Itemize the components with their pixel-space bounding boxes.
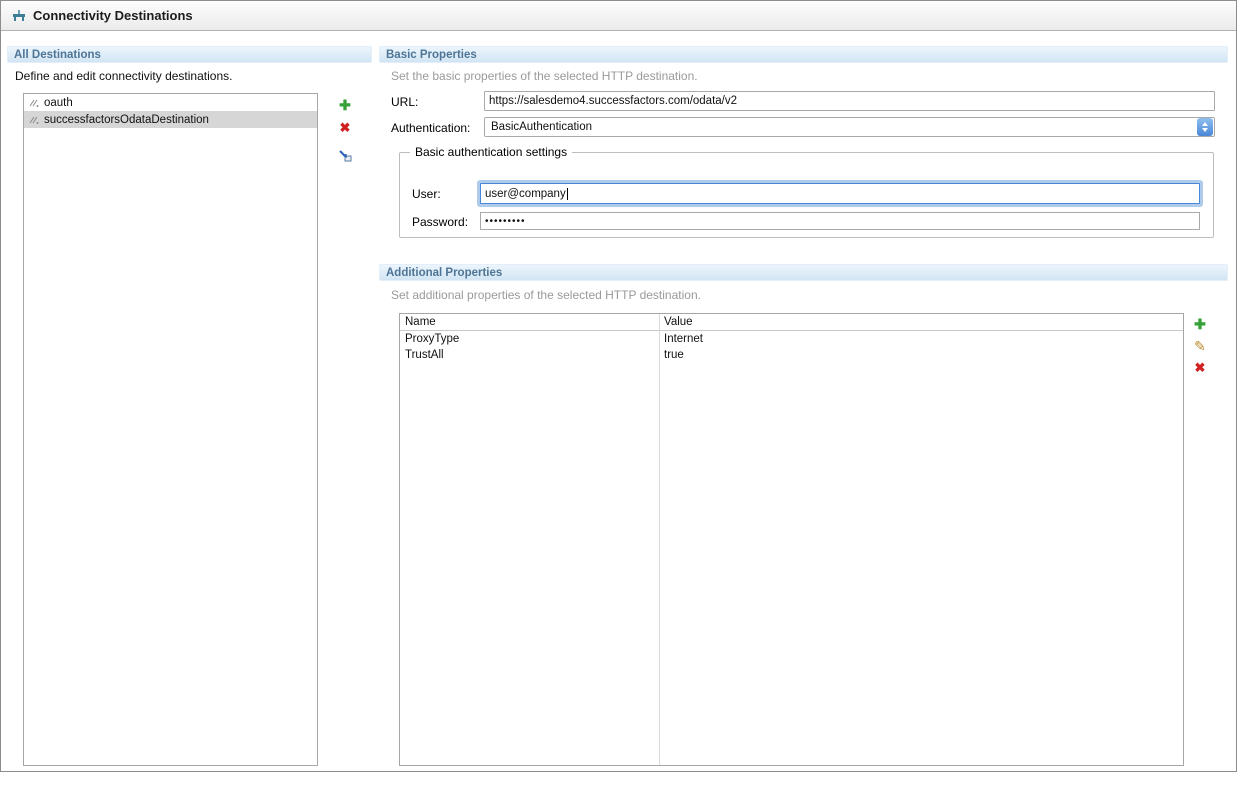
all-destinations-description: Define and edit connectivity destination… (15, 69, 233, 83)
table-header-value: Value (664, 316, 693, 328)
table-column-divider (659, 314, 660, 765)
destinations-toolbar: ✚ ✖ (336, 96, 354, 164)
url-label: URL: (391, 95, 419, 109)
property-name-cell: TrustAll (405, 349, 444, 361)
edit-property-button[interactable]: ✎ (1191, 337, 1209, 355)
user-input-value: user@company (485, 187, 566, 200)
property-value-cell: Internet (664, 333, 703, 345)
add-icon: ✚ (339, 96, 351, 113)
user-label: User: (412, 187, 441, 201)
basic-properties-title: Basic Properties (386, 48, 477, 61)
additional-properties-toolbar: ✚ ✎ ✖ (1191, 315, 1209, 377)
additional-properties-table: Name Value ProxyType Internet TrustAll t… (399, 313, 1184, 766)
basic-properties-description: Set the basic properties of the selected… (391, 69, 698, 83)
url-input[interactable] (484, 91, 1215, 111)
connectivity-destinations-window: Connectivity Destinations All Destinatio… (0, 0, 1237, 772)
delete-property-button[interactable]: ✖ (1191, 359, 1209, 377)
delete-destination-button[interactable]: ✖ (336, 119, 354, 137)
list-item-label: oauth (44, 96, 73, 109)
password-input[interactable]: ••••••••• (480, 212, 1200, 230)
add-destination-button[interactable]: ✚ (336, 96, 354, 114)
text-caret (566, 187, 568, 200)
import-icon (339, 150, 352, 162)
import-destination-button[interactable] (336, 146, 354, 164)
destinations-icon (13, 9, 25, 21)
combo-arrows-icon (1197, 118, 1213, 136)
password-input-value: ••••••••• (485, 215, 526, 227)
table-header-name: Name (405, 316, 436, 328)
title-bar: Connectivity Destinations (1, 1, 1236, 31)
basic-properties-section-header: Basic Properties (379, 46, 1228, 63)
delete-icon: ✖ (339, 120, 351, 135)
basic-auth-group-title: Basic authentication settings (410, 145, 573, 159)
table-row[interactable]: TrustAll true (400, 347, 1183, 363)
additional-properties-description: Set additional properties of the selecte… (391, 288, 701, 302)
authentication-label: Authentication: (391, 121, 471, 135)
destinations-list: oauth successfactorsOdataDestination (23, 93, 318, 766)
authentication-selected-value: BasicAuthentication (491, 121, 593, 133)
additional-properties-section-header: Additional Properties (379, 264, 1228, 281)
all-destinations-section-header: All Destinations (7, 46, 372, 63)
destination-item-icon (29, 99, 39, 107)
edit-pencil-icon: ✎ (1194, 337, 1206, 354)
page-title: Connectivity Destinations (33, 8, 193, 23)
basic-auth-groupbox: Basic authentication settings User: user… (399, 145, 1214, 238)
property-name-cell: ProxyType (405, 333, 460, 345)
add-icon: ✚ (1194, 315, 1206, 332)
all-destinations-title: All Destinations (14, 48, 101, 61)
authentication-select[interactable]: BasicAuthentication (484, 117, 1215, 137)
password-label: Password: (412, 215, 469, 229)
list-item-oauth[interactable]: oauth (24, 94, 317, 111)
add-property-button[interactable]: ✚ (1191, 315, 1209, 333)
list-item-successfactors[interactable]: successfactorsOdataDestination (24, 111, 317, 128)
additional-properties-title: Additional Properties (386, 266, 503, 279)
list-item-label: successfactorsOdataDestination (44, 113, 209, 126)
destination-item-icon (29, 116, 39, 124)
user-input[interactable]: user@company (480, 183, 1200, 204)
property-value-cell: true (664, 349, 684, 361)
table-header-row: Name Value (400, 314, 1183, 331)
delete-icon: ✖ (1194, 360, 1206, 375)
table-row[interactable]: ProxyType Internet (400, 331, 1183, 347)
